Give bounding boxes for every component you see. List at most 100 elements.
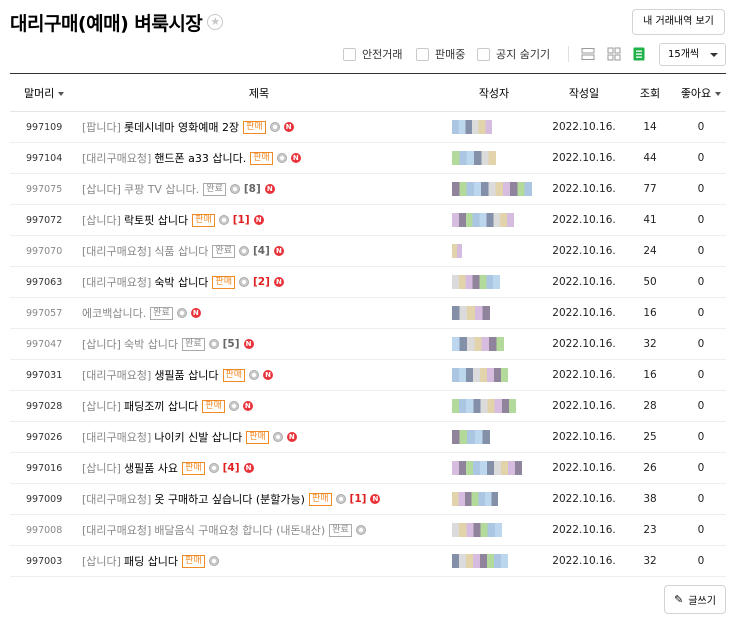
table-row[interactable]: 997072 [삽니다] 락토핏 삽니다 판매 [1] N 2022.10.16. 41 0 bbox=[10, 205, 726, 236]
post-title-link[interactable]: 숙박 삽니다 bbox=[154, 274, 208, 290]
status-badge: 완료 bbox=[182, 337, 205, 351]
table-row[interactable]: 997057 에코백삽니다. 완료 N 2022.10.16. 16 0 bbox=[10, 298, 726, 329]
status-badge: 완료 bbox=[329, 523, 352, 537]
table-row[interactable]: 997028 [삽니다] 패딩조끼 삽니다 판매 N 2022.10.16. 28 0 bbox=[10, 391, 726, 422]
author-blurred[interactable] bbox=[444, 213, 544, 227]
post-title-link[interactable]: 옷 구매하고 싶습니다 (분할가능) bbox=[154, 491, 305, 507]
table-row[interactable]: 997026 [대리구매요청] 나이키 신발 삽니다 판매 N 2022.10.16. 25… bbox=[10, 422, 726, 453]
post-date: 2022.10.16. bbox=[552, 369, 616, 381]
comment-count[interactable]: [2] bbox=[253, 276, 270, 288]
author-blurred[interactable] bbox=[444, 306, 544, 320]
author-blurred[interactable] bbox=[444, 151, 544, 165]
post-title-link[interactable]: 락토핏 삽니다 bbox=[124, 212, 188, 228]
comment-count[interactable]: [4] bbox=[223, 462, 240, 474]
post-title-cell[interactable]: 에코백삽니다. 완료 N bbox=[74, 305, 444, 321]
author-mosaic bbox=[452, 368, 508, 382]
post-date: 2022.10.16. bbox=[552, 183, 616, 195]
author-blurred[interactable] bbox=[444, 430, 544, 444]
post-title-link[interactable]: 식품 삽니다 bbox=[154, 243, 208, 259]
like-count: 0 bbox=[697, 338, 705, 350]
post-title-link[interactable]: 핸드폰 a33 삽니다. bbox=[154, 150, 246, 166]
hide-notice-checkbox[interactable]: 공지 숨기기 bbox=[477, 46, 550, 62]
table-row[interactable]: 997003 [삽니다] 패딩 삽니다 판매 2022.10.16. 32 0 bbox=[10, 546, 726, 577]
table-row[interactable]: 997047 [삽니다] 숙박 삽니다 완료 [5] N 2022.10.16. 32 0 bbox=[10, 329, 726, 360]
author-mosaic bbox=[452, 306, 490, 320]
post-title-cell[interactable]: [삽니다] 패딩 삽니다 판매 bbox=[74, 553, 444, 569]
post-title-link[interactable]: 생필품 삽니다 bbox=[154, 367, 218, 383]
view-count: 16 bbox=[643, 307, 657, 319]
table-row[interactable]: 997070 [대리구매요청] 식품 삽니다 완료 [4] N 2022.10.16. 24 0 bbox=[10, 236, 726, 267]
table-row[interactable]: 997016 [삽니다] 생필품 사요 판매 [4] N 2022.10.16. 26 0 bbox=[10, 453, 726, 484]
post-title-cell[interactable]: [삽니다] 숙박 삽니다 완료 [5] N bbox=[74, 336, 444, 352]
post-id: 997016 bbox=[26, 462, 63, 474]
post-title-cell[interactable]: [팝니다] 롯데시네마 영화예매 2장 판매 N bbox=[74, 119, 444, 135]
post-title-cell[interactable]: [삽니다] 락토핏 삽니다 판매 [1] N bbox=[74, 212, 444, 228]
chevron-down-icon bbox=[710, 53, 718, 57]
star-icon[interactable]: ★ bbox=[207, 14, 224, 30]
comment-count[interactable]: [4] bbox=[253, 245, 270, 257]
selling-checkbox[interactable]: 판매중 bbox=[416, 46, 465, 62]
post-title-link[interactable]: 나이키 신발 삽니다 bbox=[154, 429, 242, 445]
table-row[interactable]: 997075 [삽니다] 쿠팡 TV 삽니다. 완료 [8] N 2022.10.16. 77… bbox=[10, 174, 726, 205]
post-title-link[interactable]: 생필품 사요 bbox=[124, 460, 178, 476]
safe-trade-checkbox[interactable]: 안전거래 bbox=[343, 46, 402, 62]
post-title-cell[interactable]: [대리구매요청] 식품 삽니다 완료 [4] N bbox=[74, 243, 444, 259]
write-button[interactable]: ✎ 글쓰기 bbox=[664, 585, 726, 614]
table-row[interactable]: 997009 [대리구매요청] 옷 구매하고 싶습니다 (분할가능) 판매 [1] N 20… bbox=[10, 484, 726, 515]
table-row[interactable]: 997063 [대리구매요청] 숙박 삽니다 판매 [2] N 2022.10.16. 50 0 bbox=[10, 267, 726, 298]
author-blurred[interactable] bbox=[444, 368, 544, 382]
like-count: 0 bbox=[697, 400, 705, 412]
col-likes[interactable]: 좋아요 bbox=[676, 85, 726, 101]
author-blurred[interactable] bbox=[444, 120, 544, 134]
comment-count[interactable]: [8] bbox=[244, 183, 261, 195]
grid-view-icon[interactable] bbox=[607, 47, 621, 61]
author-blurred[interactable] bbox=[444, 182, 544, 196]
table-row[interactable]: 997109 [팝니다] 롯데시네마 영화예매 2장 판매 N 2022.10.16. 14… bbox=[10, 112, 726, 143]
post-title-cell[interactable]: [대리구매요청] 생필품 삽니다 판매 N bbox=[74, 367, 444, 383]
author-blurred[interactable] bbox=[444, 492, 544, 506]
comment-count[interactable]: [1] bbox=[350, 493, 367, 505]
post-prefix: [팝니다] bbox=[82, 121, 121, 134]
post-title-link[interactable]: 패딩 삽니다 bbox=[124, 553, 178, 569]
col-author: 작성자 bbox=[478, 86, 510, 100]
comment-count[interactable]: [1] bbox=[233, 214, 250, 226]
per-page-select[interactable]: 15개씩 bbox=[659, 43, 726, 66]
author-blurred[interactable] bbox=[444, 337, 544, 351]
post-title-cell[interactable]: [대리구매요청] 핸드폰 a33 삽니다. 판매 N bbox=[74, 150, 444, 166]
image-attached-icon bbox=[238, 277, 249, 287]
image-attached-icon bbox=[269, 122, 280, 132]
post-title-link[interactable]: 에코백삽니다. bbox=[82, 305, 146, 321]
post-title-link[interactable]: 배달음식 구매요청 합니다 (내돈내산) bbox=[154, 522, 325, 538]
status-badge: 판매 bbox=[182, 461, 205, 475]
list-view-icon[interactable] bbox=[581, 47, 595, 61]
new-post-icon: N bbox=[286, 432, 297, 442]
table-row[interactable]: 997104 [대리구매요청] 핸드폰 a33 삽니다. 판매 N 2022.10.16.… bbox=[10, 143, 726, 174]
post-title-cell[interactable]: [대리구매요청] 배달음식 구매요청 합니다 (내돈내산) 완료 bbox=[74, 522, 444, 538]
post-title-cell[interactable]: [대리구매요청] 옷 구매하고 싶습니다 (분할가능) 판매 [1] N bbox=[74, 491, 444, 507]
status-badge: 판매 bbox=[212, 275, 235, 289]
new-post-icon: N bbox=[370, 494, 381, 504]
post-title-link[interactable]: 패딩조끼 삽니다 bbox=[124, 398, 198, 414]
post-title-cell[interactable]: [대리구매요청] 숙박 삽니다 판매 [2] N bbox=[74, 274, 444, 290]
author-blurred[interactable] bbox=[444, 399, 544, 413]
board-view-icon[interactable] bbox=[632, 47, 646, 61]
post-title-cell[interactable]: [삽니다] 쿠팡 TV 삽니다. 완료 [8] N bbox=[74, 181, 444, 197]
post-date: 2022.10.16. bbox=[552, 214, 616, 226]
author-blurred[interactable] bbox=[444, 275, 544, 289]
table-row[interactable]: 997031 [대리구매요청] 생필품 삽니다 판매 N 2022.10.16. 16 0 bbox=[10, 360, 726, 391]
comment-count[interactable]: [5] bbox=[223, 338, 240, 350]
col-prefix[interactable]: 말머리 bbox=[10, 85, 74, 101]
trade-history-button[interactable]: 내 거래내역 보기 bbox=[632, 9, 725, 35]
post-title-cell[interactable]: [삽니다] 패딩조끼 삽니다 판매 N bbox=[74, 398, 444, 414]
post-title-link[interactable]: 쿠팡 TV 삽니다. bbox=[124, 181, 199, 197]
author-blurred[interactable] bbox=[444, 244, 544, 258]
author-blurred[interactable] bbox=[444, 523, 544, 537]
author-blurred[interactable] bbox=[444, 461, 544, 475]
author-blurred[interactable] bbox=[444, 554, 544, 568]
post-title-link[interactable]: 숙박 삽니다 bbox=[124, 336, 178, 352]
post-prefix: [대리구매요청] bbox=[82, 369, 152, 382]
post-title-cell[interactable]: [삽니다] 생필품 사요 판매 [4] N bbox=[74, 460, 444, 476]
post-title-link[interactable]: 롯데시네마 영화예매 2장 bbox=[124, 119, 239, 135]
table-row[interactable]: 997008 [대리구매요청] 배달음식 구매요청 합니다 (내돈내산) 완료 2022… bbox=[10, 515, 726, 546]
post-title-cell[interactable]: [대리구매요청] 나이키 신발 삽니다 판매 N bbox=[74, 429, 444, 445]
